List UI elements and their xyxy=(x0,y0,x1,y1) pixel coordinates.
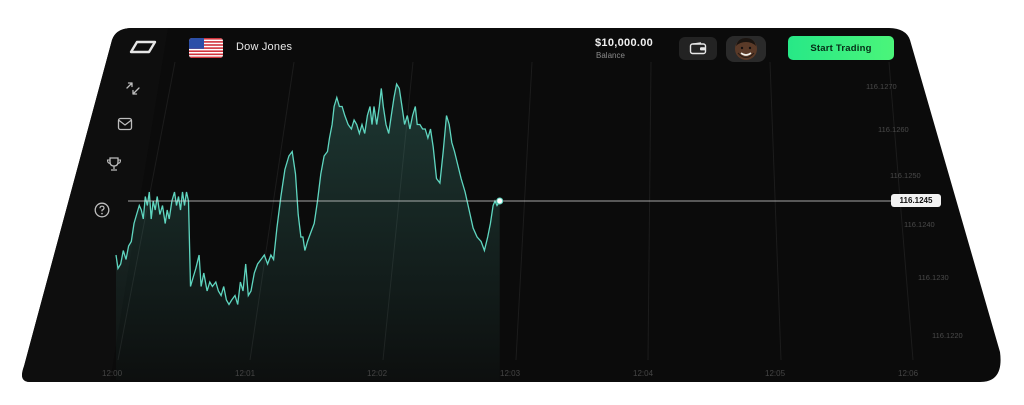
x-tick-label: 12:03 xyxy=(500,369,521,378)
x-tick-label: 12:02 xyxy=(367,369,388,378)
help-icon[interactable] xyxy=(93,201,111,219)
start-trading-button[interactable]: Start Trading xyxy=(788,36,894,60)
brand-logo-icon[interactable] xyxy=(128,39,158,55)
avatar[interactable] xyxy=(726,36,766,62)
trade-arrows-icon[interactable] xyxy=(124,80,142,98)
current-price-dot xyxy=(496,197,504,205)
trophy-icon[interactable] xyxy=(105,155,123,173)
asset-name[interactable]: Dow Jones xyxy=(236,41,292,53)
balance-label: Balance xyxy=(596,51,625,60)
x-tick-label: 12:05 xyxy=(765,369,786,378)
device-frame xyxy=(22,28,1001,382)
wallet-icon xyxy=(689,42,707,55)
trading-app-device: Dow Jones $10,000.00 Balance Start Tradi… xyxy=(0,0,1024,405)
y-tick-label: 116.1250 xyxy=(890,171,921,180)
y-tick-label: 116.1240 xyxy=(904,220,935,229)
us-flag-icon[interactable] xyxy=(189,38,223,58)
y-tick-label: 116.1220 xyxy=(932,331,963,340)
x-tick-label: 12:04 xyxy=(633,369,654,378)
x-tick-label: 12:00 xyxy=(102,369,123,378)
y-tick-label: 116.1270 xyxy=(866,82,897,91)
y-tick-label: 116.1260 xyxy=(878,125,909,134)
mail-icon[interactable] xyxy=(116,115,134,133)
x-tick-label: 12:01 xyxy=(235,369,256,378)
balance-amount: $10,000.00 xyxy=(595,37,654,49)
wallet-button[interactable] xyxy=(679,37,717,60)
y-tick-label: 116.1230 xyxy=(918,273,949,282)
current-price-tag: 116.1245 xyxy=(891,194,941,207)
x-tick-label: 12:06 xyxy=(898,369,919,378)
